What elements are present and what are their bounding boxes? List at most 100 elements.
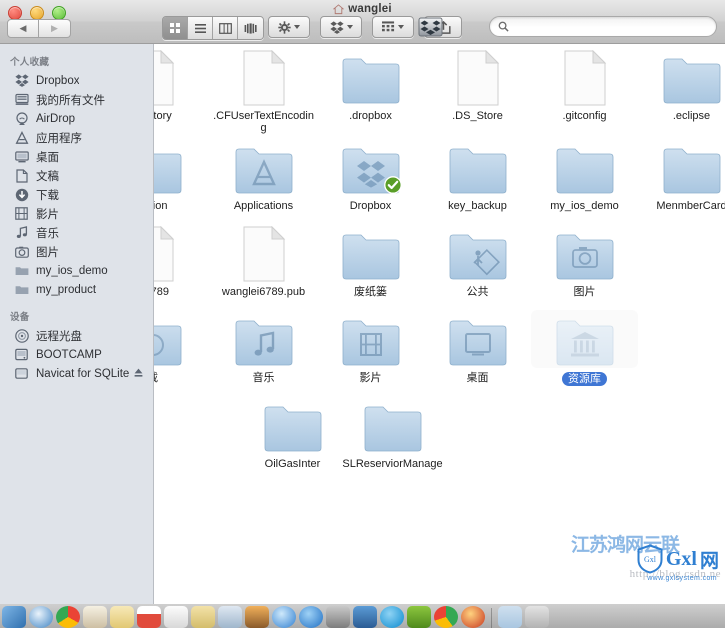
dock-icon-chrome-alt[interactable]: [434, 606, 458, 628]
file-name: 影片: [359, 372, 382, 384]
sidebar-item-label: 应用程序: [36, 132, 82, 145]
file-name: ei6789: [154, 286, 170, 298]
file-item[interactable]: 公共: [424, 224, 531, 298]
gear-icon: [278, 20, 291, 34]
file-name: Applications: [233, 200, 294, 212]
file-item[interactable]: 图片: [531, 224, 638, 298]
home-icon: [333, 3, 345, 15]
dock-icon-downloads-stack[interactable]: [498, 606, 522, 628]
movies-folder-icon: [317, 310, 424, 368]
file-item[interactable]: my_ios_demo: [531, 138, 638, 212]
search-input[interactable]: [514, 19, 708, 34]
list-view-button[interactable]: [188, 17, 213, 39]
dock-icon-preview[interactable]: [218, 606, 242, 628]
file-item[interactable]: .CFUserTextEncoding: [210, 48, 317, 134]
file-item[interactable]: ei6789: [154, 224, 206, 298]
action-menu-button[interactable]: [268, 16, 310, 38]
dock-icon-contacts[interactable]: [83, 606, 107, 628]
arrange-menu-button[interactable]: [372, 16, 414, 38]
file-item[interactable]: .DS_Store: [424, 48, 531, 122]
gxl-site-url: www.gxlsystem.com: [647, 575, 717, 582]
file-name: .DS_Store: [452, 110, 503, 122]
sidebar-item-bootcamp[interactable]: BOOTCAMP: [0, 345, 153, 364]
sidebar-item-desktop[interactable]: 桌面: [0, 147, 153, 166]
file-item[interactable]: .gitconfig: [531, 48, 638, 122]
dock-icon-qq[interactable]: [461, 606, 485, 628]
downloads-icon: [14, 187, 29, 202]
dock-icon-stickies[interactable]: [191, 606, 215, 628]
sidebar-section-devices-title: 设备: [10, 312, 30, 323]
sidebar-item-all-my-files[interactable]: 我的所有文件: [0, 90, 153, 109]
dock-icon-trash[interactable]: [525, 606, 549, 628]
file-icon-pane[interactable]: _history .CFUserTextEncoding .dropbox: [154, 44, 725, 604]
dock-icon-word[interactable]: [353, 606, 377, 628]
file-item[interactable]: 桌面: [424, 310, 531, 384]
macos-dock[interactable]: [0, 604, 725, 628]
file-item[interactable]: wanglei6789.pub: [210, 224, 317, 298]
file-item[interactable]: Applications: [210, 138, 317, 212]
file-item[interactable]: 载: [154, 310, 206, 384]
sidebar-item-documents[interactable]: 文稿: [0, 166, 153, 185]
sidebar-item-music[interactable]: 音乐: [0, 223, 153, 242]
folder-icon: [638, 48, 725, 106]
dock-separator: [491, 608, 492, 628]
desktop-folder-icon: [424, 310, 531, 368]
dock-icon-reminders[interactable]: [164, 606, 188, 628]
sidebar-item-my-ios-demo[interactable]: my_ios_demo: [0, 261, 153, 280]
sidebar-item-airdrop[interactable]: AirDrop: [0, 109, 153, 128]
file-item[interactable]: ersion: [154, 138, 206, 212]
dock-icon-itunes[interactable]: [272, 606, 296, 628]
file-item[interactable]: .dropbox: [317, 48, 424, 122]
eject-icon[interactable]: [134, 368, 143, 378]
sidebar-item-navicat-for-sqlite[interactable]: Navicat for SQLite: [0, 364, 153, 383]
coverflow-view-button[interactable]: [238, 17, 263, 39]
folder-icon: [638, 138, 725, 196]
file-item[interactable]: .eclipse: [638, 48, 725, 122]
dropbox-menu-button[interactable]: [320, 16, 362, 38]
file-name: OilGasInter: [264, 458, 321, 470]
icon-view-button[interactable]: [163, 17, 188, 39]
dock-icon-safari[interactable]: [29, 606, 53, 628]
file-item-library[interactable]: 资源库: [531, 310, 638, 387]
dock-icon-skype[interactable]: [380, 606, 404, 628]
sidebar-item-label: 我的所有文件: [36, 94, 105, 107]
dock-icon-calendar[interactable]: [137, 606, 161, 628]
folder-icon: [339, 396, 446, 454]
file-item[interactable]: SLReserviorManage: [339, 396, 446, 470]
file-name: wanglei6789.pub: [221, 286, 306, 298]
search-field[interactable]: [489, 16, 717, 37]
file-name: key_backup: [448, 200, 507, 212]
file-item[interactable]: 废纸篓: [317, 224, 424, 298]
sidebar-item-movies[interactable]: 影片: [0, 204, 153, 223]
dock-icon-notes[interactable]: [110, 606, 134, 628]
dock-icon-evernote[interactable]: [407, 606, 431, 628]
dock-icon-finder[interactable]: [2, 606, 26, 628]
file-item[interactable]: Dropbox: [317, 138, 424, 212]
sidebar-item-label: my_ios_demo: [36, 264, 108, 277]
file-item[interactable]: _history: [154, 48, 206, 122]
dock-icon-chrome[interactable]: [56, 606, 80, 628]
dock-icon-appstore[interactable]: [299, 606, 323, 628]
sidebar-item-dropbox[interactable]: Dropbox: [0, 71, 153, 90]
dock-icon-system-preferences[interactable]: [326, 606, 350, 628]
sidebar-item-pictures[interactable]: 图片: [0, 242, 153, 261]
search-icon: [498, 21, 509, 32]
sidebar-item-applications[interactable]: 应用程序: [0, 128, 153, 147]
file-item[interactable]: key_backup: [424, 138, 531, 212]
sidebar-item-remote-disc[interactable]: 远程光盘: [0, 326, 153, 345]
dock-icon-photos[interactable]: [245, 606, 269, 628]
file-item[interactable]: MenmberCard: [638, 138, 725, 212]
column-view-button[interactable]: [213, 17, 238, 39]
dropbox-toolbar-icon[interactable]: [415, 15, 445, 39]
file-item[interactable]: OilGasInter: [239, 396, 346, 470]
sidebar-item-downloads[interactable]: 下载: [0, 185, 153, 204]
folder-icon: [14, 263, 29, 278]
dropbox-folder-icon: [317, 138, 424, 196]
sidebar-item-my-product[interactable]: my_product: [0, 280, 153, 299]
file-item[interactable]: 音乐: [210, 310, 317, 384]
file-icon: [154, 48, 206, 106]
window-title-text: wanglei: [348, 3, 392, 15]
file-item[interactable]: 影片: [317, 310, 424, 384]
sidebar-item-label: my_product: [36, 283, 97, 296]
sidebar-item-label: BOOTCAMP: [36, 348, 102, 361]
